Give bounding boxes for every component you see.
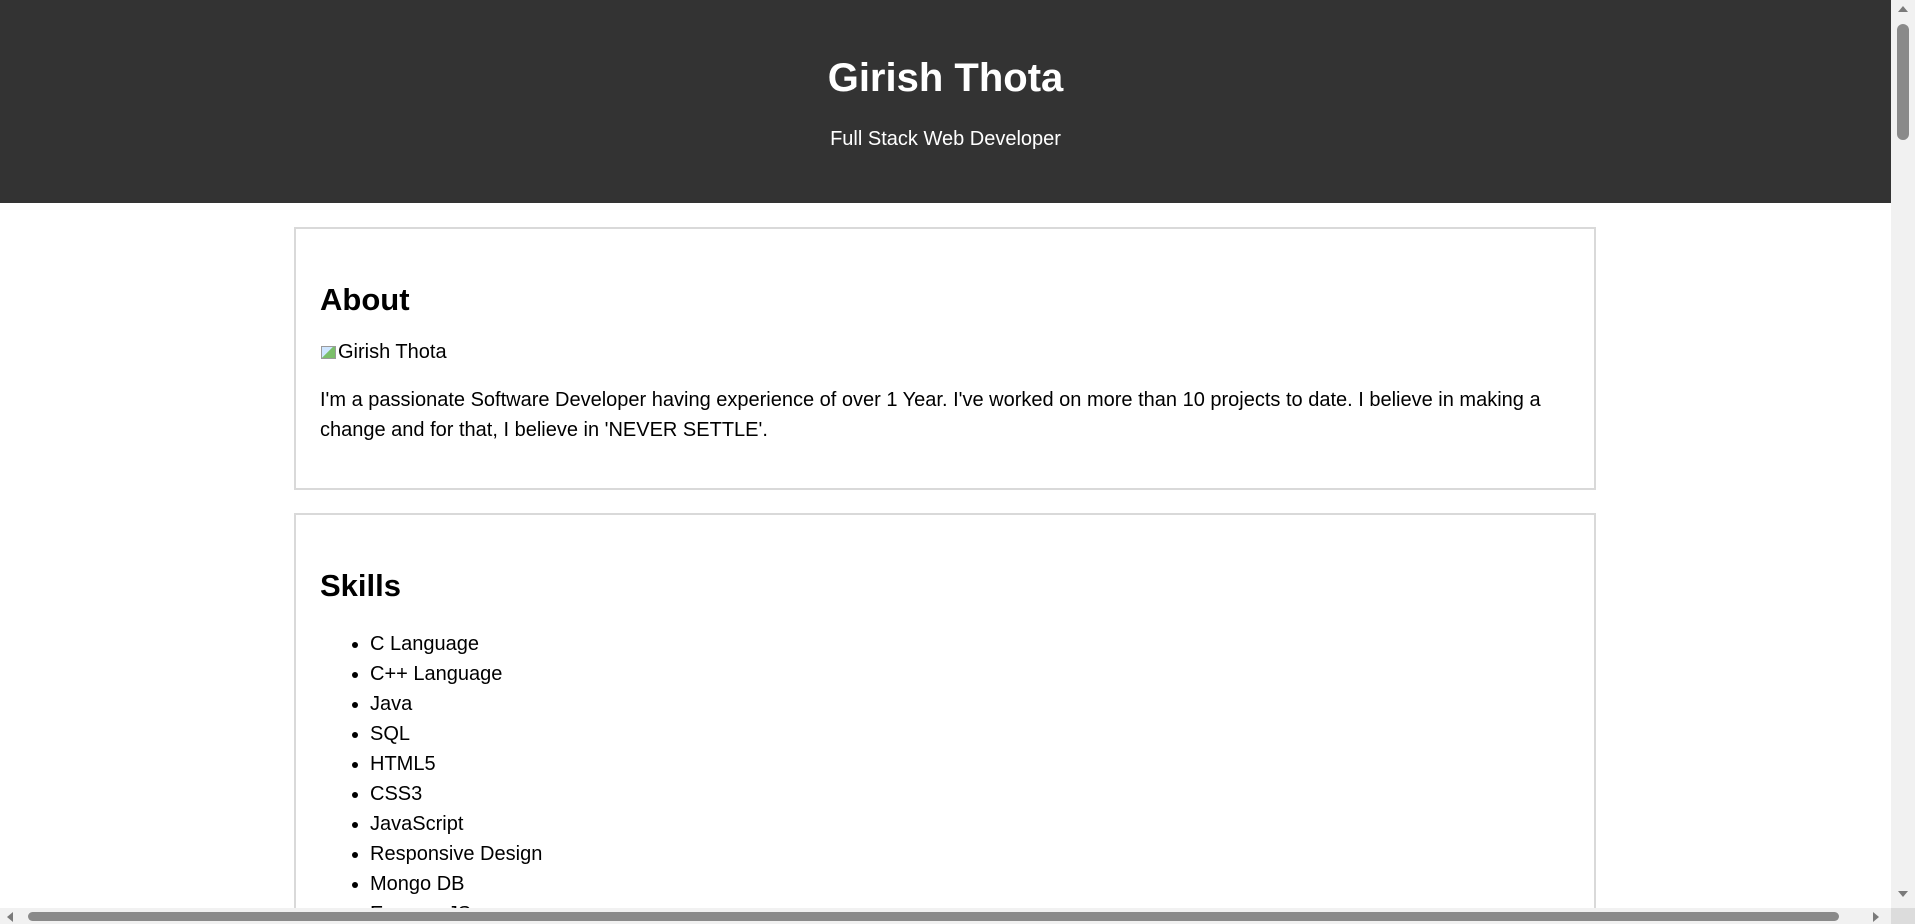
vertical-scroll-thumb[interactable] (1897, 24, 1909, 140)
skills-list: C Language C++ Language Java SQL HTML5 C… (320, 629, 542, 908)
broken-image-icon (320, 344, 336, 360)
arrow-right-icon[interactable] (1873, 912, 1879, 922)
horizontal-scrollbar[interactable] (0, 908, 1891, 924)
skill-item: JavaScript (370, 809, 542, 839)
about-text: I'm a passionate Software Developer havi… (320, 389, 1541, 441)
profile-image: Girish Thota (320, 339, 447, 365)
about-heading: About (320, 282, 410, 317)
arrow-down-icon[interactable] (1898, 891, 1908, 897)
skill-item: C Language (370, 629, 542, 659)
skill-item: Java (370, 689, 542, 719)
horizontal-scroll-thumb[interactable] (28, 912, 1839, 921)
arrow-left-icon[interactable] (7, 912, 13, 922)
skills-section: Skills C Language C++ Language Java SQL … (294, 513, 1596, 908)
skill-item: Responsive Design (370, 839, 542, 869)
profile-image-alt: Girish Thota (338, 341, 447, 363)
vertical-scrollbar[interactable] (1891, 0, 1915, 908)
about-section: About Girish Thota I'm a passionate Soft… (294, 227, 1596, 490)
arrow-up-icon[interactable] (1898, 6, 1908, 12)
scrollbar-corner (1891, 908, 1915, 924)
skill-item: CSS3 (370, 779, 542, 809)
skills-heading: Skills (320, 568, 401, 603)
skill-item: Express JS (370, 899, 542, 908)
skill-item: C++ Language (370, 659, 542, 689)
skill-item: Mongo DB (370, 869, 542, 899)
site-subtitle: Full Stack Web Developer (830, 128, 1061, 150)
skill-item: SQL (370, 719, 542, 749)
site-header: Girish Thota Full Stack Web Developer (0, 0, 1891, 203)
skill-item: HTML5 (370, 749, 542, 779)
site-title: Girish Thota (827, 56, 1064, 100)
page-viewport: Girish Thota Full Stack Web Developer Ab… (0, 0, 1891, 908)
